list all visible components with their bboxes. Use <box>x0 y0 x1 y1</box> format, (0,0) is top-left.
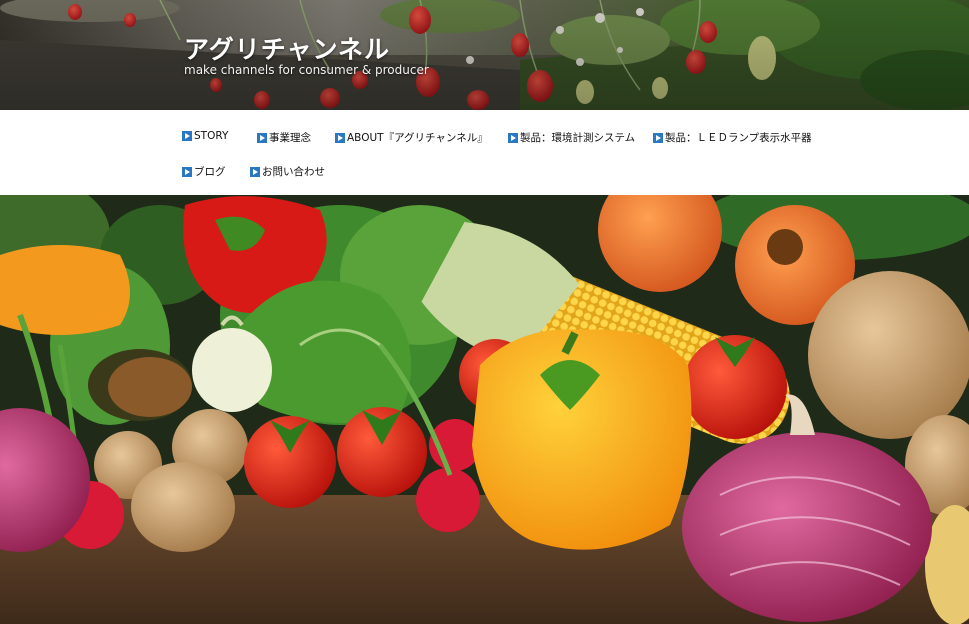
header-banner: アグリチャンネル make channels for consumer & pr… <box>0 0 969 110</box>
play-square-icon <box>250 166 260 177</box>
nav-item-label: STORY <box>194 130 229 142</box>
nav-item-label: 事業理念 <box>269 132 311 144</box>
nav-item-label: 製品：環境計測システム <box>520 132 636 144</box>
nav-item-philosophy[interactable]: 事業理念 <box>257 130 311 145</box>
hero-image <box>0 195 969 624</box>
nav-item-story[interactable]: STORY <box>182 130 228 142</box>
nav-item-label: お問い合わせ <box>262 166 325 178</box>
play-square-icon <box>257 132 267 143</box>
nav-item-label: 製品：ＬＥＤランプ表示水平器 <box>665 132 812 144</box>
site-tagline: make channels for consumer & producer <box>184 63 429 77</box>
nav-item-label: ブログ <box>194 166 226 178</box>
nav-item-label: ABOUT『アグリチャンネル』 <box>347 132 488 144</box>
nav-item-product-led-level[interactable]: 製品：ＬＥＤランプ表示水平器 <box>653 130 812 145</box>
site-title[interactable]: アグリチャンネル <box>184 30 390 66</box>
nav-item-product-environment-system[interactable]: 製品：環境計測システム <box>508 130 635 145</box>
nav-item-contact[interactable]: お問い合わせ <box>250 164 325 179</box>
strawberry-greenhouse-image <box>0 0 969 110</box>
vegetables-photo <box>0 195 969 624</box>
nav-item-about[interactable]: ABOUT『アグリチャンネル』 <box>335 130 488 145</box>
nav-item-blog[interactable]: ブログ <box>182 164 226 179</box>
main-navigation: STORY 事業理念 ABOUT『アグリチャンネル』 製品：環境計測システム 製… <box>0 110 969 195</box>
play-square-icon <box>182 166 192 177</box>
play-square-icon <box>508 132 518 143</box>
play-square-icon <box>653 132 663 143</box>
play-square-icon <box>335 132 345 143</box>
play-square-icon <box>182 131 192 141</box>
